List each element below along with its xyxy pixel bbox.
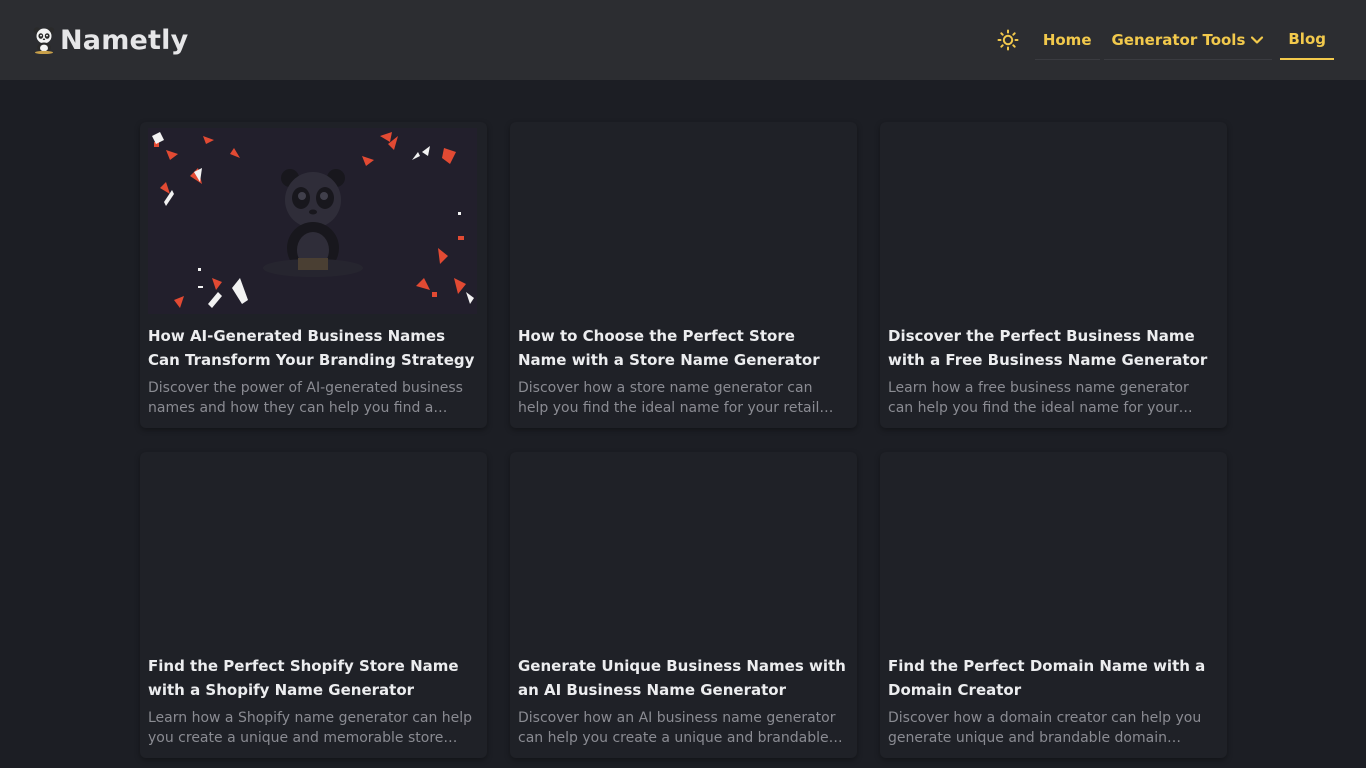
- main-nav: Home Generator Tools Blog: [997, 0, 1334, 80]
- post-card-body: Discover the Perfect Business Name with …: [888, 324, 1217, 418]
- nav-generator-tools-dropdown[interactable]: Generator Tools: [1103, 20, 1273, 60]
- post-card-body: Find the Perfect Shopify Store Name with…: [148, 654, 477, 748]
- post-card-body: Find the Perfect Domain Name with a Doma…: [888, 654, 1217, 748]
- post-card-body: How AI-Generated Business Names Can Tran…: [148, 324, 477, 418]
- post-title[interactable]: How to Choose the Perfect Store Name wit…: [518, 324, 847, 372]
- blog-post-card[interactable]: Discover the Perfect Business Name with …: [880, 122, 1227, 428]
- brand-link[interactable]: Nametly: [32, 25, 188, 56]
- post-title[interactable]: Generate Unique Business Names with an A…: [518, 654, 847, 702]
- post-cover-image: [148, 128, 477, 314]
- post-card-body: How to Choose the Perfect Store Name wit…: [518, 324, 847, 418]
- post-excerpt: Discover the power of AI-generated busin…: [148, 380, 463, 416]
- brand-name: Nametly: [60, 24, 189, 56]
- blog-post-card[interactable]: How AI-Generated Business Names Can Tran…: [140, 122, 487, 428]
- nav-blog-link[interactable]: Blog: [1280, 20, 1334, 60]
- chevron-down-icon: [1251, 35, 1264, 44]
- post-title[interactable]: Find the Perfect Domain Name with a Doma…: [888, 654, 1217, 702]
- sun-icon[interactable]: [997, 29, 1019, 51]
- site-header: Nametly Home Generator Tools Blog: [0, 0, 1366, 80]
- nav-generator-tools-label: Generator Tools: [1111, 30, 1246, 49]
- post-excerpt: Discover how a domain creator can help y…: [888, 710, 1202, 746]
- blog-post-card[interactable]: Find the Perfect Domain Name with a Doma…: [880, 452, 1227, 758]
- nav-home-link[interactable]: Home: [1034, 20, 1100, 60]
- panda-logo-icon: [33, 27, 55, 54]
- post-excerpt: Learn how a free business name generator…: [888, 380, 1189, 416]
- post-excerpt: Learn how a Shopify name generator can h…: [148, 710, 473, 746]
- blog-post-grid: How AI-Generated Business Names Can Tran…: [140, 122, 1227, 758]
- blog-post-card[interactable]: How to Choose the Perfect Store Name wit…: [510, 122, 857, 428]
- post-card-body: Generate Unique Business Names with an A…: [518, 654, 847, 748]
- post-excerpt: Discover how a store name generator can …: [518, 380, 820, 416]
- post-title[interactable]: Find the Perfect Shopify Store Name with…: [148, 654, 477, 702]
- blog-post-card[interactable]: Find the Perfect Shopify Store Name with…: [140, 452, 487, 758]
- blog-post-card[interactable]: Generate Unique Business Names with an A…: [510, 452, 857, 758]
- post-excerpt: Discover how an AI business name generat…: [518, 710, 836, 746]
- post-title[interactable]: Discover the Perfect Business Name with …: [888, 324, 1217, 372]
- post-title[interactable]: How AI-Generated Business Names Can Tran…: [148, 324, 477, 372]
